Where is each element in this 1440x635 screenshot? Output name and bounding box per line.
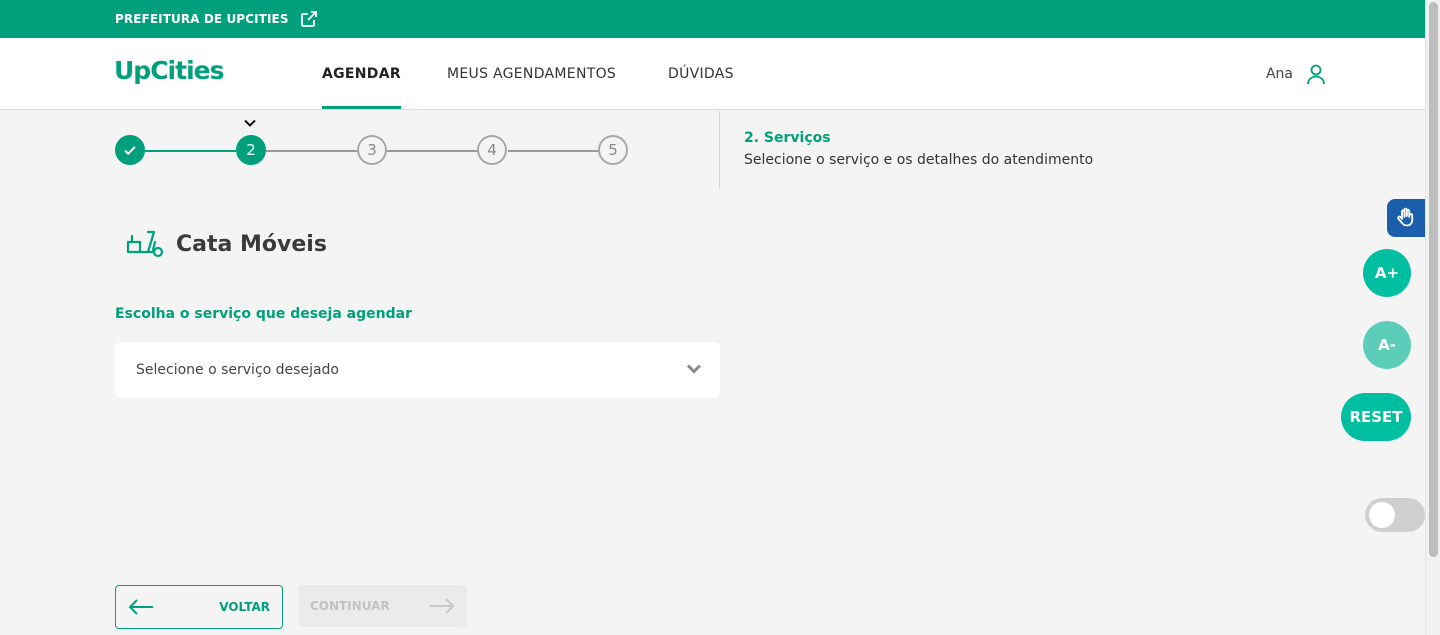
main-navbar: UpCities AGENDAR MEUS AGENDAMENTOS DÚVID… bbox=[0, 38, 1425, 110]
increase-font-button[interactable]: A+ bbox=[1363, 249, 1411, 297]
progress-stepper: 2 3 4 5 bbox=[115, 119, 635, 165]
user-icon bbox=[1307, 64, 1325, 84]
service-select-placeholder: Selecione o serviço desejado bbox=[136, 362, 339, 378]
chevron-down-icon bbox=[244, 119, 256, 127]
nav-agendar[interactable]: AGENDAR bbox=[322, 38, 401, 109]
service-select[interactable]: Selecione o serviço desejado bbox=[115, 342, 720, 398]
step-connector bbox=[145, 150, 236, 152]
service-select-label: Escolha o serviço que deseja agendar bbox=[115, 306, 412, 322]
upcities-logo[interactable]: UpCities bbox=[114, 56, 224, 85]
service-title: Cata Móveis bbox=[176, 231, 327, 257]
contrast-toggle[interactable] bbox=[1365, 498, 1425, 532]
current-step-title: 2. Serviços bbox=[744, 130, 831, 146]
step-2-current[interactable]: 2 bbox=[236, 135, 266, 165]
toggle-knob bbox=[1369, 502, 1395, 528]
service-header: Cata Móveis bbox=[126, 228, 327, 260]
arrow-right-icon bbox=[430, 598, 455, 614]
scrollbar-thumb[interactable] bbox=[1429, 2, 1438, 557]
decrease-font-button[interactable]: A- bbox=[1363, 321, 1411, 369]
nav-duvidas[interactable]: DÚVIDAS bbox=[668, 38, 734, 109]
back-button-label: VOLTAR bbox=[219, 600, 270, 614]
continue-button[interactable]: CONTINUAR bbox=[298, 585, 467, 627]
user-name: Ana bbox=[1265, 65, 1293, 82]
vlibras-widget[interactable] bbox=[1387, 199, 1425, 237]
page-scrollbar[interactable] bbox=[1425, 0, 1440, 635]
user-menu[interactable]: Ana bbox=[1266, 38, 1327, 109]
external-link-icon bbox=[300, 11, 317, 27]
furniture-truck-icon bbox=[126, 230, 164, 258]
step-5: 5 bbox=[598, 135, 628, 165]
step-4: 4 bbox=[477, 135, 507, 165]
back-button[interactable]: VOLTAR bbox=[115, 585, 283, 629]
step-1-complete[interactable] bbox=[115, 135, 145, 165]
step-connector bbox=[508, 150, 598, 152]
chevron-down-icon bbox=[686, 364, 702, 374]
step-3: 3 bbox=[357, 135, 387, 165]
section-divider bbox=[719, 111, 720, 189]
step-connector bbox=[387, 150, 478, 152]
city-hall-link-label: PREFEITURA DE UPCITIES bbox=[115, 12, 289, 26]
city-bar: PREFEITURA DE UPCITIES bbox=[0, 0, 1425, 38]
city-hall-link[interactable]: PREFEITURA DE UPCITIES bbox=[115, 0, 318, 38]
continue-button-label: CONTINUAR bbox=[310, 599, 390, 613]
check-icon bbox=[124, 146, 136, 156]
reset-font-button[interactable]: RESET bbox=[1341, 393, 1411, 441]
arrow-left-icon bbox=[128, 599, 153, 615]
step-connector bbox=[266, 150, 357, 152]
sign-language-icon bbox=[1397, 207, 1414, 227]
current-step-description: Selecione o serviço e os detalhes do ate… bbox=[744, 152, 1094, 168]
nav-meus-agendamentos[interactable]: MEUS AGENDAMENTOS bbox=[447, 38, 616, 109]
